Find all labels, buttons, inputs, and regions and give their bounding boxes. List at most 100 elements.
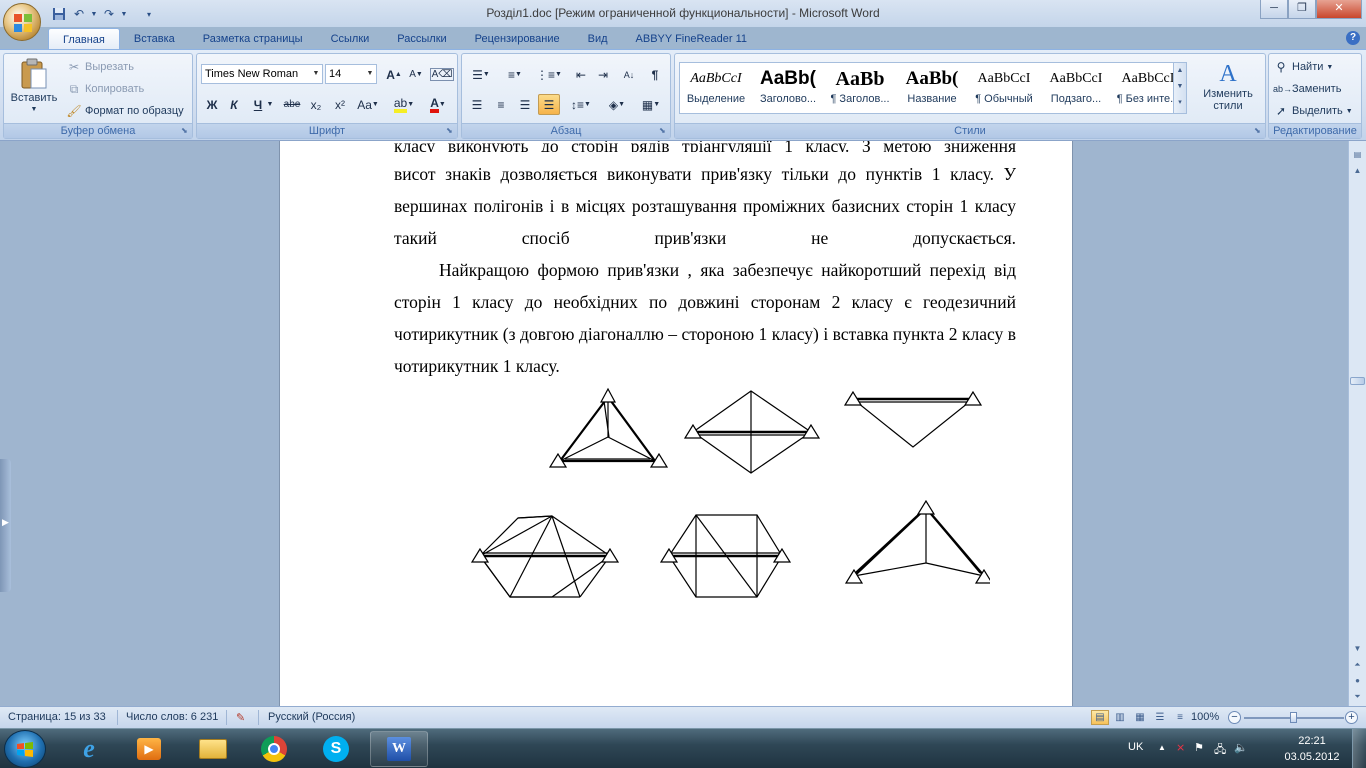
scrollbar-thumb[interactable]: [1350, 377, 1365, 385]
style-title[interactable]: AaBb( Название: [898, 65, 966, 111]
style-heading1[interactable]: AaBb( Заголово...: [754, 65, 822, 111]
sort-button[interactable]: A↓: [618, 64, 640, 85]
start-button[interactable]: [4, 730, 46, 768]
numbering-button[interactable]: ≡ ▼: [500, 64, 530, 85]
office-button[interactable]: [3, 3, 41, 41]
font-size-dropdown-icon[interactable]: ▼: [364, 65, 376, 83]
network-icon[interactable]: 🖧: [1214, 741, 1226, 760]
gallery-up-icon[interactable]: ▲: [1174, 63, 1186, 79]
paste-dropdown-icon[interactable]: ▼: [31, 106, 38, 113]
draft-view-icon[interactable]: ≡: [1171, 710, 1189, 725]
document-page[interactable]: класу виконують до сторін рядів тріангул…: [279, 141, 1073, 706]
volume-icon[interactable]: 🔈: [1234, 741, 1248, 754]
strikethrough-button[interactable]: abe: [281, 94, 303, 115]
format-painter-button[interactable]: 🖌 Формат по образцу: [66, 103, 183, 119]
zoom-slider-handle[interactable]: [1290, 712, 1297, 723]
language-indicator[interactable]: Русский (Россия): [268, 711, 355, 723]
tab-home[interactable]: Главная: [48, 28, 120, 50]
style-heading2[interactable]: AaBb ¶ Заголов...: [826, 65, 894, 111]
font-launcher-icon[interactable]: ⬊: [446, 127, 455, 136]
tray-expand-icon[interactable]: ▲: [1158, 743, 1166, 752]
italic-button[interactable]: К: [223, 94, 245, 115]
scroll-down-icon[interactable]: ▼: [1350, 641, 1365, 656]
find-dropdown-icon[interactable]: ▼: [1326, 64, 1333, 71]
spelling-check-icon[interactable]: ✎: [236, 711, 245, 724]
flag-icon[interactable]: ⚑: [1194, 741, 1204, 754]
select-dropdown-icon[interactable]: ▼: [1346, 108, 1353, 115]
taskbar-chrome[interactable]: [245, 731, 303, 767]
style-subtitle[interactable]: AaBbCcI Подзаго...: [1042, 65, 1110, 111]
bold-button[interactable]: Ж: [201, 94, 223, 115]
align-right-button[interactable]: ☰: [514, 94, 536, 115]
underline-dropdown-icon[interactable]: ▼: [265, 94, 275, 115]
style-no-spacing[interactable]: AaBbCcI ¶ Без инте...: [1114, 65, 1182, 111]
outline-view-icon[interactable]: ☰: [1151, 710, 1169, 725]
browse-object-icon[interactable]: ●: [1350, 673, 1365, 688]
paste-button[interactable]: Вставить ▼: [8, 58, 60, 113]
minimize-button[interactable]: ─: [1260, 0, 1288, 19]
web-layout-view-icon[interactable]: ▦: [1131, 710, 1149, 725]
print-layout-view-icon[interactable]: ▤: [1091, 710, 1109, 725]
taskbar-explorer[interactable]: [184, 731, 242, 767]
copy-button[interactable]: ⧉ Копировать: [66, 81, 145, 97]
find-button[interactable]: ⚲ Найти ▼: [1273, 59, 1334, 75]
language-switch[interactable]: UK: [1128, 741, 1143, 753]
justify-button[interactable]: ☰: [538, 94, 560, 115]
font-name-combo[interactable]: Times New Roman ▼: [201, 64, 323, 84]
tab-references[interactable]: Ссылки: [317, 28, 384, 50]
superscript-button[interactable]: x²: [329, 94, 351, 115]
close-button[interactable]: ✕: [1316, 0, 1362, 19]
align-center-button[interactable]: ≡: [490, 94, 512, 115]
change-styles-button[interactable]: A Изменить стили: [1195, 60, 1261, 112]
taskbar-media-player[interactable]: ▶: [120, 731, 178, 767]
show-marks-button[interactable]: ¶: [644, 64, 666, 85]
tab-review[interactable]: Рецензирование: [461, 28, 574, 50]
clear-formatting-button[interactable]: A⌫: [429, 64, 455, 85]
multilevel-list-button[interactable]: ⋮≡ ▼: [534, 64, 564, 85]
tab-view[interactable]: Вид: [574, 28, 622, 50]
line-spacing-button[interactable]: ↕≡ ▼: [566, 94, 596, 115]
grow-font-button[interactable]: A ▲: [383, 64, 405, 85]
side-panel-tab[interactable]: ▶: [0, 459, 11, 592]
clipboard-launcher-icon[interactable]: ⬊: [181, 127, 190, 136]
select-button[interactable]: ➚ Выделить ▼: [1273, 103, 1353, 119]
zoom-level[interactable]: 100%: [1191, 711, 1219, 723]
clock[interactable]: 22:21 03.05.2012: [1282, 733, 1342, 765]
show-desktop-button[interactable]: [1352, 729, 1366, 768]
page-indicator[interactable]: Страница: 15 из 33: [8, 711, 106, 723]
style-normal[interactable]: AaBbCcI ¶ Обычный: [970, 65, 1038, 111]
scroll-up-icon[interactable]: ▲: [1350, 163, 1365, 178]
gallery-down-icon[interactable]: ▼: [1174, 79, 1186, 95]
style-emphasis[interactable]: AaBbCcI Выделение: [682, 65, 750, 111]
vertical-scrollbar[interactable]: ▤ ▲ ▼ ⏶ ● ⏷: [1348, 141, 1366, 706]
ruler-toggle-icon[interactable]: ▤: [1350, 147, 1365, 162]
gallery-more-icon[interactable]: ▾: [1174, 95, 1186, 111]
full-screen-reading-view-icon[interactable]: ▥: [1111, 710, 1129, 725]
shrink-font-button[interactable]: A ▼: [405, 64, 427, 85]
increase-indent-button[interactable]: ⇥: [592, 64, 614, 85]
tab-insert[interactable]: Вставка: [120, 28, 189, 50]
styles-gallery-scrollbar[interactable]: ▲ ▼ ▾: [1173, 63, 1186, 113]
borders-button[interactable]: ▦ ▼: [636, 94, 666, 115]
zoom-out-button[interactable]: −: [1228, 711, 1241, 724]
tab-page-layout[interactable]: Разметка страницы: [189, 28, 317, 50]
styles-launcher-icon[interactable]: ⬊: [1254, 127, 1263, 136]
help-icon[interactable]: ?: [1346, 31, 1360, 45]
change-case-button[interactable]: Aa ▼: [353, 94, 383, 115]
highlight-button[interactable]: ab ▼: [389, 94, 419, 115]
font-color-button[interactable]: A ▼: [423, 94, 453, 115]
cut-button[interactable]: ✂ Вырезать: [66, 59, 134, 75]
network-error-icon[interactable]: ⨯: [1176, 741, 1185, 754]
font-size-combo[interactable]: 14 ▼: [325, 64, 377, 84]
word-count[interactable]: Число слов: 6 231: [126, 711, 218, 723]
font-name-dropdown-icon[interactable]: ▼: [310, 65, 322, 83]
taskbar-internet-explorer[interactable]: e: [60, 731, 118, 767]
taskbar-skype[interactable]: S: [307, 731, 365, 767]
previous-page-icon[interactable]: ⏶: [1350, 657, 1365, 672]
tab-abbyy[interactable]: ABBYY FineReader 11: [622, 28, 762, 50]
paragraph-launcher-icon[interactable]: ⬊: [659, 127, 668, 136]
subscript-button[interactable]: x₂: [305, 94, 327, 115]
replace-button[interactable]: ab→ Заменить: [1273, 81, 1341, 97]
zoom-in-button[interactable]: +: [1345, 711, 1358, 724]
tab-mailings[interactable]: Рассылки: [383, 28, 460, 50]
